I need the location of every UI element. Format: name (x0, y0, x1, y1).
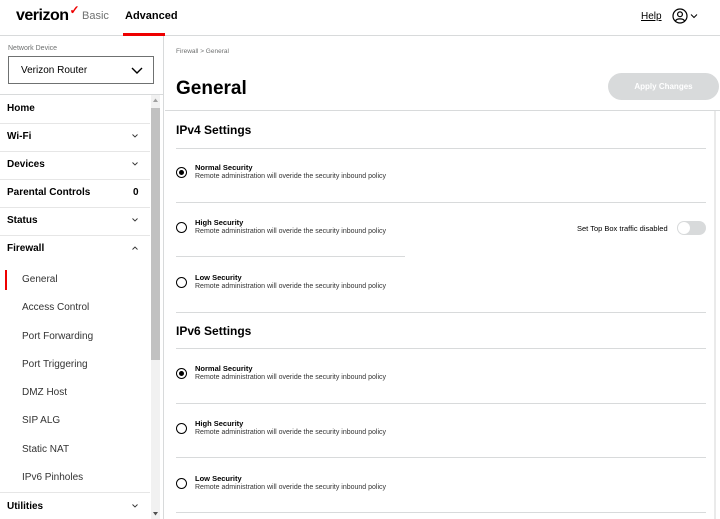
ipv6-section-title: IPv6 Settings (176, 324, 252, 338)
sidebar-subitem-port-triggering[interactable]: Port Triggering (0, 351, 150, 379)
sidebar-subitem-label: Port Triggering (22, 359, 88, 370)
sidebar-subitem-label: General (22, 274, 58, 285)
radio-button[interactable] (176, 478, 187, 489)
ipv4-low-security-option[interactable]: Low Security Remote administration will … (176, 273, 706, 313)
radio-button[interactable] (176, 222, 187, 233)
ipv4-normal-security-option[interactable]: Normal Security Remote administration wi… (176, 163, 706, 203)
divider (165, 110, 720, 111)
user-icon[interactable] (672, 8, 688, 24)
sidebar-subitem-label: SIP ALG (22, 415, 61, 426)
sidebar-subitem-label: Access Control (22, 302, 90, 313)
sidebar-scrollbar-thumb[interactable] (151, 108, 160, 360)
divider (176, 348, 706, 349)
sidebar-item-firewall[interactable]: Firewall (0, 235, 150, 263)
sidebar-subitem-port-forwarding[interactable]: Port Forwarding (0, 323, 150, 351)
sidebar-item-wifi[interactable]: Wi-Fi (0, 123, 150, 151)
radio-button[interactable] (176, 277, 187, 288)
radio-button[interactable] (176, 167, 187, 178)
chevron-down-icon (132, 504, 138, 508)
network-device-label: Network Device (8, 45, 58, 52)
option-description: Remote administration will overide the s… (195, 228, 387, 235)
sidebar-subitem-dmz-host[interactable]: DMZ Host (0, 379, 150, 407)
radio-button[interactable] (176, 423, 187, 434)
main-scrollbar[interactable] (714, 111, 716, 519)
verizon-logo[interactable]: verizon✓ (16, 3, 80, 25)
tab-basic[interactable]: Basic (82, 10, 109, 22)
scroll-up-icon[interactable] (152, 97, 159, 103)
option-description: Remote administration will overide the s… (195, 374, 387, 381)
chevron-down-icon (132, 162, 138, 166)
help-link[interactable]: Help (641, 11, 662, 22)
breadcrumb[interactable]: Firewall > General (176, 48, 229, 55)
count-badge: 0 (133, 187, 139, 198)
sidebar-subitem-static-nat[interactable]: Static NAT (0, 436, 150, 464)
sidebar-item-status[interactable]: Status (0, 207, 150, 235)
option-title: High Security (195, 419, 244, 428)
ipv4-section-title: IPv4 Settings (176, 123, 252, 137)
logo-text: verizon (16, 7, 69, 24)
set-top-box-label: Set Top Box traffic disabled (577, 224, 668, 233)
ipv6-low-security-option[interactable]: Low Security Remote administration will … (176, 474, 706, 514)
ipv6-normal-security-option[interactable]: Normal Security Remote administration wi… (176, 364, 706, 404)
sidebar-item-label: Parental Controls (7, 187, 91, 198)
divider (176, 202, 706, 203)
sidebar-item-utilities[interactable]: Utilities (0, 493, 150, 519)
option-description: Remote administration will overide the s… (195, 484, 387, 491)
logo-check-icon: ✓ (69, 3, 80, 17)
main-content: Firewall > General General Apply Changes… (165, 36, 720, 519)
divider (176, 148, 706, 149)
device-select-value: Verizon Router (21, 65, 88, 76)
sidebar-subitem-ipv6-pinholes[interactable]: IPv6 Pinholes (0, 464, 150, 492)
option-title: Low Security (195, 474, 242, 483)
divider (176, 312, 706, 313)
page-title: General (176, 78, 247, 99)
chevron-down-icon (132, 134, 138, 138)
option-title: High Security (195, 218, 244, 227)
tab-advanced[interactable]: Advanced (125, 10, 178, 22)
divider (176, 256, 405, 257)
sidebar-subitem-access-control[interactable]: Access Control (0, 294, 150, 322)
divider (176, 403, 706, 404)
option-description: Remote administration will overide the s… (195, 173, 387, 180)
option-description: Remote administration will overide the s… (195, 429, 387, 436)
sidebar-item-label: Home (7, 103, 35, 114)
option-title: Normal Security (195, 364, 253, 373)
chevron-down-icon (131, 67, 143, 74)
sidebar-item-label: Firewall (7, 243, 45, 254)
radio-button[interactable] (176, 368, 187, 379)
active-indicator (5, 270, 7, 290)
set-top-box-toggle[interactable] (677, 221, 706, 235)
sidebar-subitem-label: DMZ Host (22, 387, 67, 398)
apply-changes-button[interactable]: Apply Changes (608, 73, 719, 100)
sidebar-subitem-label: IPv6 Pinholes (22, 472, 84, 483)
chevron-down-icon (132, 218, 138, 222)
option-title: Normal Security (195, 163, 253, 172)
option-description: Remote administration will overide the s… (195, 283, 387, 290)
sidebar-item-label: Utilities (7, 501, 44, 512)
ipv6-high-security-option[interactable]: High Security Remote administration will… (176, 419, 706, 459)
sidebar: Network Device Verizon Router Home Wi-Fi… (0, 36, 164, 519)
sidebar-subitem-sip-alg[interactable]: SIP ALG (0, 407, 150, 435)
sidebar-item-label: Status (7, 215, 38, 226)
top-bar: verizon✓ Basic Advanced Help (0, 0, 720, 36)
sidebar-item-home[interactable]: Home (0, 95, 150, 123)
divider (176, 457, 706, 458)
sidebar-subitem-general[interactable]: General (0, 266, 150, 294)
sidebar-item-devices[interactable]: Devices (0, 151, 150, 179)
device-select[interactable]: Verizon Router (8, 56, 154, 84)
option-title: Low Security (195, 273, 242, 282)
sidebar-subitem-label: Static NAT (22, 444, 70, 455)
divider (176, 512, 706, 513)
sidebar-item-label: Devices (7, 159, 45, 170)
sidebar-item-parental-controls[interactable]: Parental Controls 0 (0, 179, 150, 207)
scroll-down-icon[interactable] (152, 511, 159, 517)
sidebar-item-label: Wi-Fi (7, 131, 32, 142)
chevron-up-icon (132, 246, 138, 250)
chevron-down-icon[interactable] (690, 12, 698, 20)
sidebar-subitem-label: Port Forwarding (22, 331, 94, 342)
